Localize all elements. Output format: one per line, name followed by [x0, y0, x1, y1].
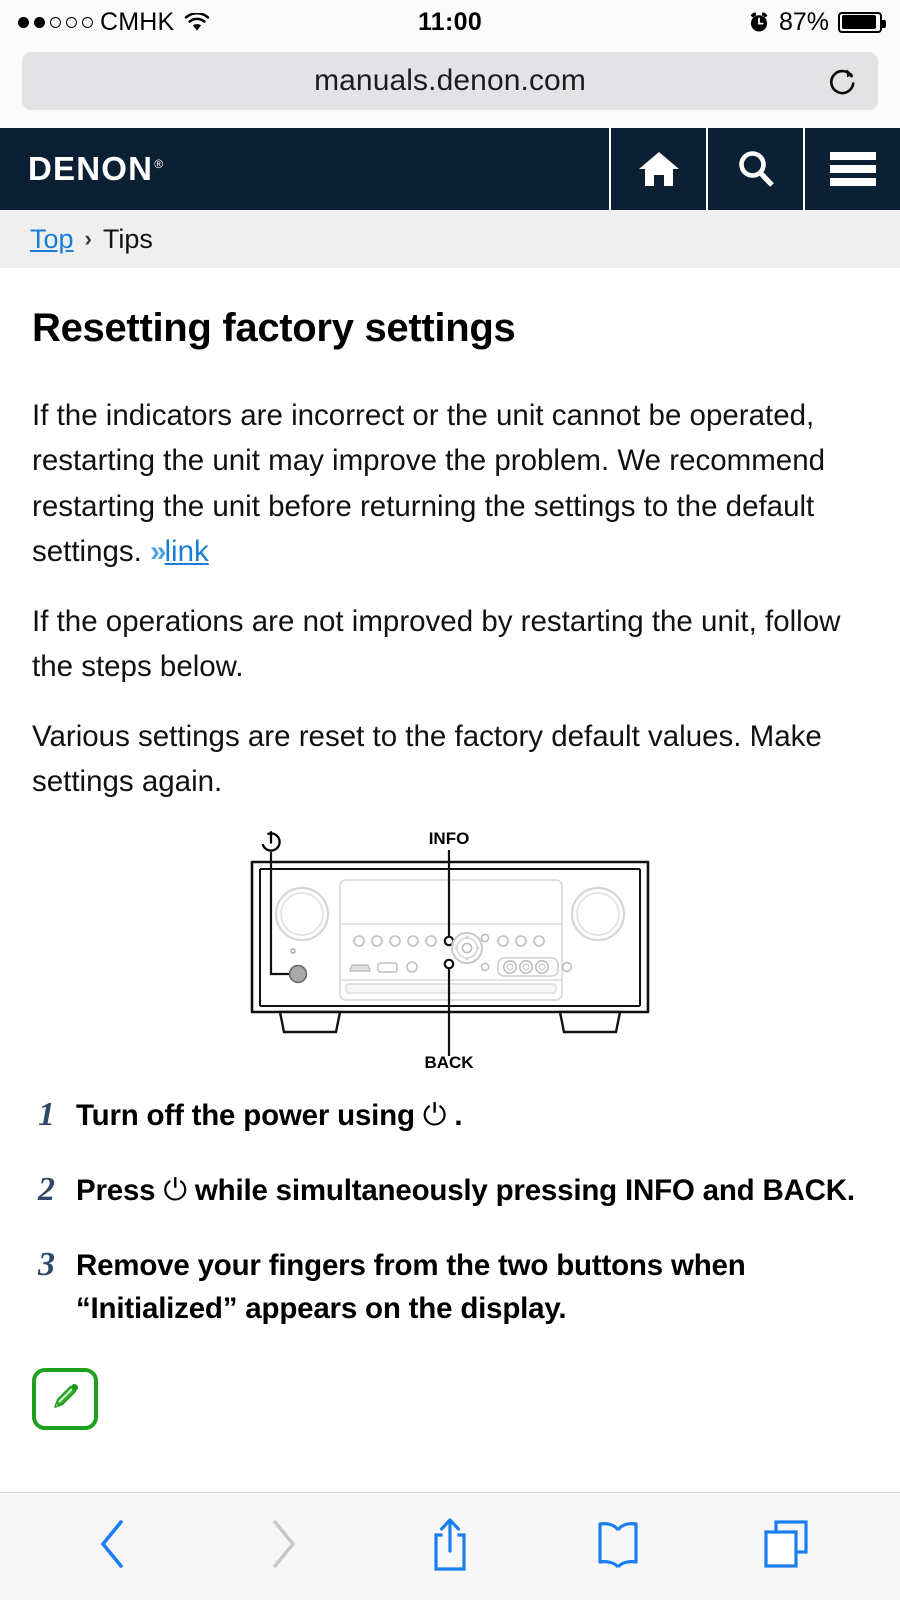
battery-fill — [841, 15, 876, 29]
step-text: Remove your fingers from the two buttons… — [76, 1248, 746, 1325]
signal-strength-dots — [18, 16, 93, 28]
site-header: DENON® — [0, 128, 900, 210]
battery-percentage: 87% — [778, 7, 829, 36]
signal-dot-2 — [34, 16, 45, 28]
status-bar-left: CMHK — [18, 8, 210, 37]
paragraph-1: If the indicators are incorrect or the u… — [32, 393, 868, 575]
step-item: 2 Press ⏻ while simultaneously pressing … — [32, 1170, 868, 1213]
standby-led — [290, 948, 296, 954]
home-button[interactable] — [609, 128, 706, 210]
search-button[interactable] — [706, 128, 803, 210]
url-text: manuals.denon.com — [314, 64, 586, 97]
callout-power-symbol — [261, 831, 281, 853]
back-button[interactable] — [74, 1512, 154, 1582]
carrier-name: CMHK — [100, 7, 175, 36]
page-content: Resetting factory settings If the indica… — [0, 268, 900, 1492]
share-button[interactable] — [410, 1512, 490, 1582]
search-icon — [735, 148, 777, 190]
receiver-diagram: INFO BACK — [32, 828, 868, 1073]
status-bar-right: 87% — [748, 7, 886, 37]
volume-knob-right-inner — [576, 892, 620, 937]
step-number: 1 — [38, 1096, 55, 1134]
power-symbol-icon: ⏻ — [163, 1174, 187, 1208]
menu-button[interactable] — [803, 128, 900, 210]
reload-icon[interactable] — [826, 64, 860, 98]
inline-link[interactable]: link — [165, 535, 209, 568]
page-title: Resetting factory settings — [32, 306, 516, 350]
url-input[interactable]: manuals.denon.com — [22, 52, 878, 110]
steps-list: 1 Turn off the power using ⏻ . 2 Press ⏻… — [32, 1095, 868, 1330]
step-text-before: Turn off the power using — [76, 1099, 423, 1133]
hamburger-menu-icon — [829, 150, 877, 188]
bookmarks-book-icon — [594, 1518, 642, 1575]
iphone-safari-screen: CMHK 11:00 87% manuals.denon.com DENON® … — [0, 0, 900, 1600]
step-text: Press ⏻ while simultaneously pressing IN… — [76, 1170, 855, 1213]
signal-dot-5 — [82, 16, 93, 28]
tabs-icon — [762, 1518, 810, 1575]
ios-status-bar: CMHK 11:00 87% — [0, 0, 900, 44]
share-icon — [428, 1515, 472, 1578]
step-number: 3 — [38, 1245, 55, 1283]
back-chevron-icon — [97, 1518, 131, 1575]
paragraph-2: If the operations are not improved by re… — [32, 604, 841, 684]
step-number: 2 — [38, 1171, 55, 1209]
cursor-pad-cluster — [451, 932, 483, 965]
battery-icon — [838, 11, 886, 33]
bookmarks-button[interactable] — [578, 1512, 658, 1582]
safari-url-bar-container: manuals.denon.com — [0, 44, 900, 128]
step-text: Turn off the power using ⏻ . — [76, 1095, 463, 1138]
callout-label-info: INFO — [429, 829, 470, 848]
breadcrumb-separator-icon: › — [84, 226, 92, 251]
forward-button[interactable] — [242, 1512, 322, 1582]
registered-mark: ® — [154, 157, 165, 171]
step-text-after: while simultaneously pressing INFO and B… — [186, 1174, 855, 1208]
front-panel-grip — [345, 983, 557, 995]
denon-logo[interactable]: DENON® — [0, 128, 609, 210]
breadcrumb-current-tips: Tips — [102, 223, 153, 254]
back-button-on-unit — [443, 959, 455, 970]
pencil-icon — [48, 1380, 82, 1419]
forward-chevron-icon — [265, 1518, 299, 1575]
breadcrumb: Top › Tips — [0, 210, 900, 268]
step-item: 1 Turn off the power using ⏻ . — [32, 1095, 868, 1138]
paragraph-3: Various settings are reset to the factor… — [32, 719, 822, 798]
wifi-icon — [184, 12, 210, 32]
step-item: 3 Remove your fingers from the two butto… — [32, 1245, 868, 1331]
home-icon — [637, 149, 681, 189]
step-text-before: Press — [76, 1174, 164, 1208]
chassis-foot-left — [278, 1011, 342, 1034]
power-symbol-icon: ⏻ — [422, 1099, 447, 1133]
chassis-foot-right — [558, 1011, 622, 1034]
volume-knob-left-inner — [280, 892, 324, 937]
signal-dot-1 — [18, 16, 29, 28]
signal-dot-3 — [50, 16, 61, 28]
link-chevrons-icon: » — [150, 535, 166, 569]
edit-note-button[interactable] — [32, 1368, 98, 1431]
breadcrumb-link-top[interactable]: Top — [30, 224, 74, 255]
alarm-clock-icon — [748, 11, 770, 33]
safari-bottom-toolbar — [0, 1492, 900, 1600]
step-text-after: . — [446, 1099, 463, 1133]
tabs-button[interactable] — [746, 1512, 826, 1582]
denon-logo-text: DENON — [28, 150, 154, 187]
receiver-diagram-svg: INFO BACK — [250, 829, 650, 1072]
signal-dot-4 — [66, 16, 77, 28]
power-button-on-unit — [288, 965, 308, 984]
